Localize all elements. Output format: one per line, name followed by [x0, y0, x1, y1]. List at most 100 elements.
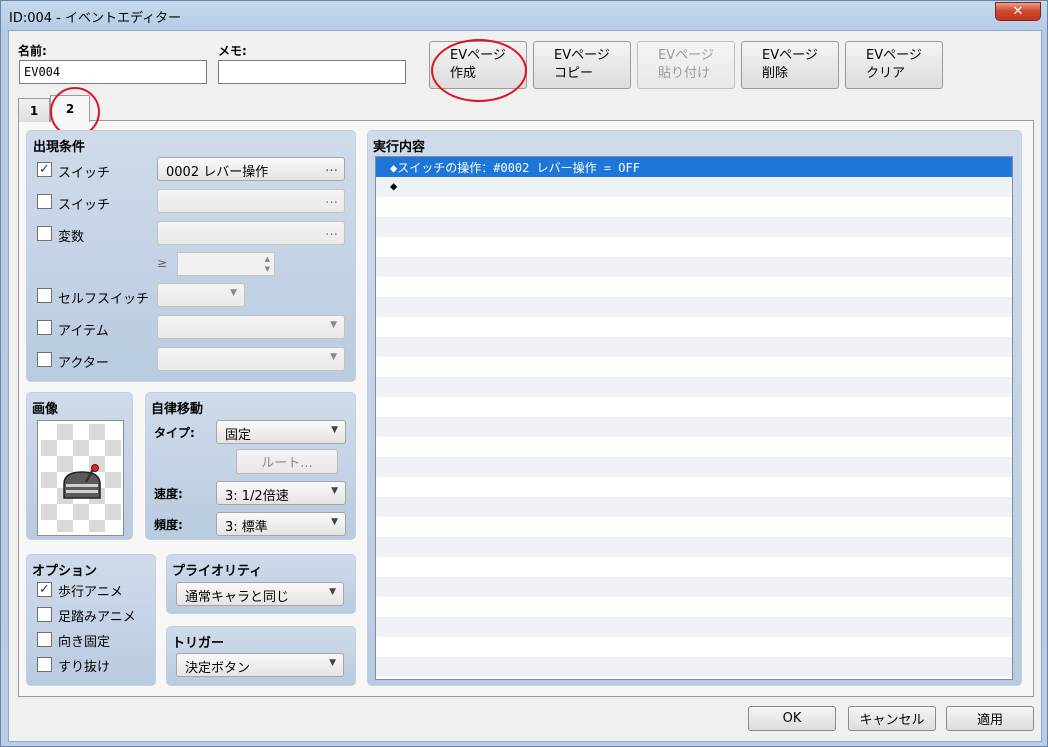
priority-group: プライオリティ 通常キャラと同じ ▼	[166, 554, 356, 614]
ellipsis-icon: …	[325, 160, 338, 175]
spin-down-icon[interactable]: ▼	[265, 265, 270, 273]
through-label: すり抜け	[58, 660, 111, 675]
list-item[interactable]: ◆	[376, 177, 1012, 197]
close-button[interactable]: ✕	[995, 2, 1041, 21]
chevron-down-icon: ▼	[331, 425, 338, 435]
chevron-down-icon: ▼	[330, 320, 337, 330]
list-stripe	[376, 557, 1012, 577]
apply-button[interactable]: 適用	[946, 706, 1034, 731]
compare-sign: ≥	[157, 256, 168, 270]
direction-fix-checkbox[interactable]	[37, 632, 52, 647]
variable-amount-spinner[interactable]: ▲ ▼	[177, 252, 275, 276]
list-stripe	[376, 197, 1012, 217]
type-label: タイプ:	[154, 426, 195, 440]
self-switch-checkbox[interactable]	[37, 288, 52, 303]
actor-checkbox[interactable]	[37, 352, 52, 367]
switch2-selector[interactable]: …	[157, 189, 345, 213]
walking-anime-checkbox[interactable]: ✓	[37, 582, 52, 597]
list-item-selected[interactable]: ◆スイッチの操作：#0002 レバー操作 = OFF	[376, 157, 1012, 177]
list-stripe	[376, 217, 1012, 237]
priority-select[interactable]: 通常キャラと同じ ▼	[176, 582, 344, 606]
list-stripe	[376, 537, 1012, 557]
image-title: 画像	[32, 402, 59, 417]
ellipsis-icon: …	[325, 192, 338, 207]
self-switch-select[interactable]: ▼	[157, 283, 245, 307]
autonomous-movement-group: 自律移動 タイプ: 固定 ▼ ルート... 速度: 3: 1/2倍速 ▼ 頻度:…	[145, 392, 356, 540]
speed-select[interactable]: 3: 1/2倍速 ▼	[216, 481, 346, 505]
list-stripe	[376, 577, 1012, 597]
tab-page-1[interactable]: 1	[18, 98, 50, 122]
clear-page-button[interactable]: EVページ クリア	[845, 41, 943, 89]
chevron-down-icon: ▼	[329, 587, 336, 597]
name-field[interactable]: EV004	[19, 60, 207, 84]
clear-page-line1: EVページ	[866, 48, 922, 63]
chevron-down-icon: ▼	[329, 658, 336, 668]
list-stripe	[376, 617, 1012, 637]
list-stripe	[376, 297, 1012, 317]
through-checkbox[interactable]	[37, 657, 52, 672]
speed-label: 速度:	[154, 487, 183, 501]
frequency-select[interactable]: 3: 標準 ▼	[216, 512, 346, 536]
actor-select[interactable]: ▼	[157, 347, 345, 371]
clear-page-line2: クリア	[866, 66, 906, 81]
list-stripe	[376, 677, 1012, 679]
image-preview[interactable]	[37, 420, 124, 536]
list-stripe	[376, 637, 1012, 657]
variable-label: 変数	[58, 230, 85, 245]
list-stripe	[376, 477, 1012, 497]
chevron-down-icon: ▼	[330, 352, 337, 362]
delete-page-line2: 削除	[762, 66, 789, 81]
memo-field[interactable]	[218, 60, 406, 84]
list-stripe	[376, 377, 1012, 397]
conditions-group: 出現条件 ✓ スイッチ 0002 レバー操作 … スイッチ … 変数 … ≥ ▲…	[26, 130, 356, 382]
priority-title: プライオリティ	[172, 564, 263, 579]
movement-type-value: 固定	[225, 428, 252, 443]
movement-type-select[interactable]: 固定 ▼	[216, 420, 346, 444]
switch1-checkbox[interactable]: ✓	[37, 162, 52, 177]
trigger-select[interactable]: 決定ボタン ▼	[176, 653, 344, 677]
list-stripe	[376, 277, 1012, 297]
chevron-down-icon: ▼	[331, 486, 338, 496]
variable-checkbox[interactable]	[37, 226, 52, 241]
stepping-anime-label: 足踏みアニメ	[58, 610, 136, 625]
list-stripe	[376, 317, 1012, 337]
conditions-title: 出現条件	[33, 140, 86, 155]
switch2-checkbox[interactable]	[37, 194, 52, 209]
window-title: ID:004 - イベントエディター	[9, 11, 182, 26]
options-group: オプション ✓ 歩行アニメ 足踏みアニメ 向き固定 すり抜け	[26, 554, 156, 686]
delete-page-line1: EVページ	[762, 48, 818, 63]
item-checkbox[interactable]	[37, 320, 52, 335]
switch1-value: 0002 レバー操作	[166, 165, 269, 180]
priority-value: 通常キャラと同じ	[185, 590, 290, 605]
spin-up-icon[interactable]: ▲	[265, 255, 270, 263]
paste-page-line1: EVページ	[658, 48, 714, 63]
direction-fix-label: 向き固定	[58, 635, 111, 650]
image-group: 画像	[26, 392, 133, 540]
item-label: アイテム	[58, 324, 109, 339]
switch1-label: スイッチ	[58, 166, 111, 181]
list-stripe	[376, 417, 1012, 437]
route-button[interactable]: ルート...	[236, 449, 338, 474]
memo-label: メモ:	[218, 44, 247, 58]
copy-page-button[interactable]: EVページ コピー	[533, 41, 631, 89]
self-switch-label: セルフスイッチ	[58, 292, 150, 307]
switch1-selector[interactable]: 0002 レバー操作 …	[157, 157, 345, 181]
paste-page-button[interactable]: EVページ 貼り付け	[637, 41, 735, 89]
stepping-anime-checkbox[interactable]	[37, 607, 52, 622]
autonomous-title: 自律移動	[151, 402, 204, 417]
list-stripe	[376, 517, 1012, 537]
speed-value: 3: 1/2倍速	[225, 489, 289, 504]
variable-selector[interactable]: …	[157, 221, 345, 245]
trigger-value: 決定ボタン	[185, 661, 251, 676]
event-command-list[interactable]: ◆スイッチの操作：#0002 レバー操作 = OFF ◆	[375, 156, 1013, 680]
options-title: オプション	[32, 564, 98, 579]
cancel-button[interactable]: キャンセル	[848, 706, 936, 731]
ok-button[interactable]: OK	[748, 706, 836, 731]
frequency-value: 3: 標準	[225, 520, 268, 535]
list-stripe	[376, 257, 1012, 277]
delete-page-button[interactable]: EVページ 削除	[741, 41, 839, 89]
list-stripe	[376, 657, 1012, 677]
walking-anime-label: 歩行アニメ	[58, 585, 123, 600]
paste-page-line2: 貼り付け	[658, 66, 711, 81]
item-select[interactable]: ▼	[157, 315, 345, 339]
